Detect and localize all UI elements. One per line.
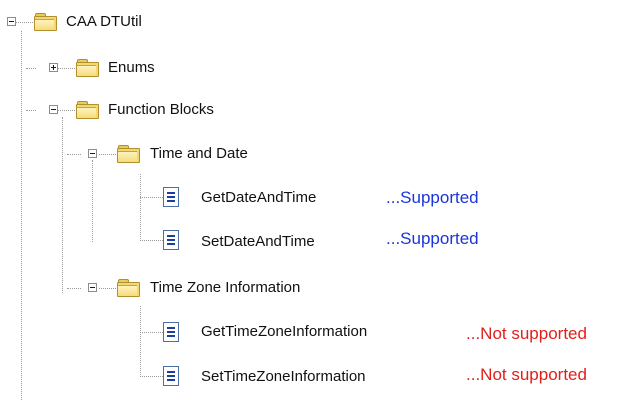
minus-icon [90,287,95,288]
tree-node-get-time-zone-information-label[interactable]: GetTimeZoneInformation [201,323,367,341]
collapse-toggle-time-and-date[interactable] [88,149,97,158]
tree-connector [26,68,36,69]
tree-connector [92,160,93,242]
tree-connector [67,288,81,289]
tree-connector [67,154,81,155]
tree-node-get-date-and-time-label[interactable]: GetDateAndTime [201,189,316,207]
project-tree: CAA DTUtil Enums Function Blocks Time an… [0,0,638,400]
folder-icon [33,12,57,31]
collapse-toggle-function-blocks[interactable] [49,105,58,114]
tree-connector [58,68,75,69]
tree-connector [16,22,33,23]
tree-connector [99,154,116,155]
collapse-toggle-root[interactable] [7,17,16,26]
tree-connector [140,174,141,241]
tree-node-root-label[interactable]: CAA DTUtil [66,13,142,31]
folder-icon [75,58,99,77]
tree-connector [99,288,116,289]
folder-icon [116,144,140,163]
minus-icon [90,153,95,154]
folder-icon [116,278,140,297]
tree-node-set-date-and-time-label[interactable]: SetDateAndTime [201,233,315,251]
status-not-supported: ...Not supported [466,324,587,343]
tree-connector [140,376,163,377]
tree-node-time-zone-information-label[interactable]: Time Zone Information [150,279,300,297]
tree-node-function-blocks-label[interactable]: Function Blocks [108,101,214,119]
document-icon [163,322,179,342]
tree-connector [62,117,63,293]
tree-connector [58,110,75,111]
tree-connector [140,306,141,377]
tree-connector [21,31,22,400]
document-icon [163,366,179,386]
tree-connector [140,197,163,198]
document-icon [163,230,179,250]
tree-connector [140,332,163,333]
status-supported: ...Supported [386,188,479,207]
expand-toggle-enums[interactable] [49,63,58,72]
tree-connector [140,240,163,241]
minus-icon [51,109,56,110]
folder-icon [75,100,99,119]
tree-node-set-time-zone-information-label[interactable]: SetTimeZoneInformation [201,368,366,386]
status-not-supported: ...Not supported [466,365,587,384]
tree-node-enums-label[interactable]: Enums [108,59,155,77]
collapse-toggle-time-zone-information[interactable] [88,283,97,292]
tree-connector [26,110,36,111]
minus-icon [9,21,14,22]
status-supported: ...Supported [386,229,479,248]
document-icon [163,187,179,207]
tree-node-time-and-date-label[interactable]: Time and Date [150,145,248,163]
